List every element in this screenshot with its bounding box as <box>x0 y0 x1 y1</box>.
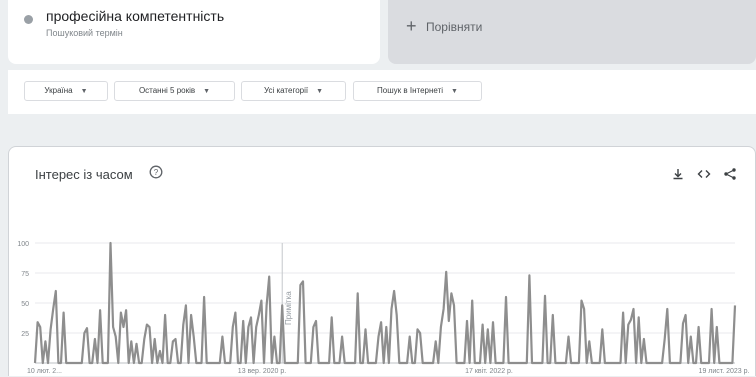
x-tick-label: 10 лют. 2... <box>27 368 62 375</box>
category-filter[interactable]: Усі категорії ▼ <box>241 81 346 101</box>
dropdown-arrow-icon: ▼ <box>451 88 458 95</box>
filter-bar: Україна ▼ Останні 5 років ▼ Усі категорії ▼… <box>8 70 756 114</box>
y-tick-label: 50 <box>21 301 29 308</box>
period-filter[interactable]: Останні 5 років ▼ <box>114 81 235 101</box>
interest-over-time-card: Інтерес із часом ? Примітка 25 50 75 100 10 … <box>8 146 756 376</box>
compare-label[interactable]: Порівняти <box>426 20 482 34</box>
search-type-filter[interactable]: Пошук в Інтернеті ▼ <box>353 81 482 101</box>
region-filter[interactable]: Україна ▼ <box>24 81 108 101</box>
category-filter-label: Усі категорії <box>263 86 309 95</box>
dropdown-arrow-icon: ▼ <box>80 88 88 95</box>
dropdown-arrow-icon: ▼ <box>316 88 324 95</box>
x-tick-label: 13 вер. 2020 р. <box>238 368 286 375</box>
interest-chart: Примітка 25 50 75 100 10 лют. 2... 13 вер. 20… <box>17 241 750 375</box>
period-filter-label: Останні 5 років <box>138 86 196 95</box>
x-tick-label: 17 квіт. 2022 р. <box>465 367 513 375</box>
compare-card[interactable]: + Порівняти <box>388 0 756 64</box>
search-term-title[interactable]: професійна компетентність <box>46 8 224 24</box>
search-term-subtitle: Пошуковий термін <box>46 28 123 38</box>
dropdown-arrow-icon: ▼ <box>203 88 211 95</box>
y-tick-label: 75 <box>21 271 29 278</box>
search-term-card[interactable]: професійна компетентність Пошуковий терм… <box>8 0 380 64</box>
region-filter-label: Україна <box>44 86 73 95</box>
annotation-label: Примітка <box>284 291 293 325</box>
search-type-filter-label: Пошук в Інтернеті <box>377 86 444 95</box>
term-color-dot <box>24 15 33 24</box>
x-tick-label: 19 лист. 2023 р. <box>699 368 750 375</box>
y-tick-label: 25 <box>21 331 29 338</box>
plus-icon: + <box>406 16 417 36</box>
y-tick-label: 100 <box>17 241 29 248</box>
